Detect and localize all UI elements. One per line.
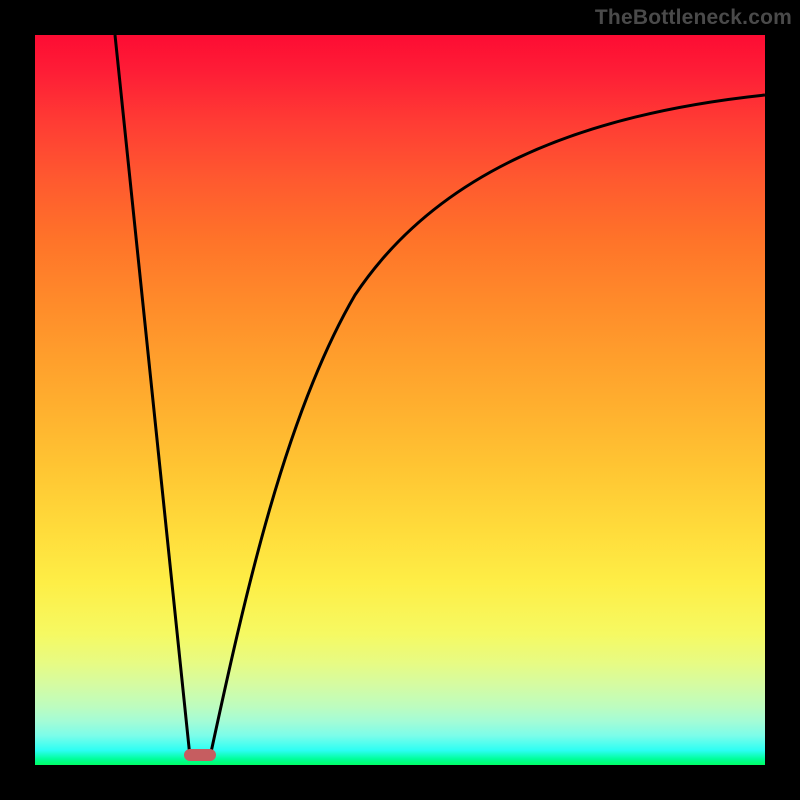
chart-container: TheBottleneck.com — [0, 0, 800, 800]
watermark-text: TheBottleneck.com — [595, 6, 792, 30]
plot-area — [35, 35, 765, 765]
curve-overlay — [35, 35, 765, 765]
left-descending-line — [115, 35, 190, 757]
right-ascending-curve — [210, 95, 765, 757]
bottleneck-marker — [184, 749, 216, 761]
